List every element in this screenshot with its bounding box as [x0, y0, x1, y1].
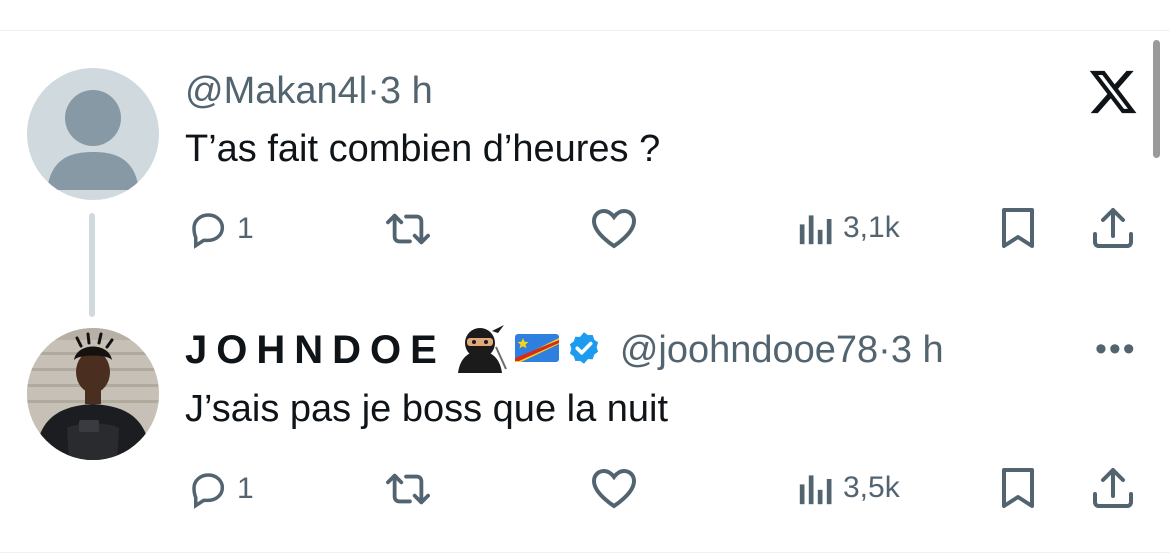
tweet-1-handle[interactable]: @Makan4l	[185, 70, 367, 112]
tweet-2-views-button[interactable]: 3,5k	[797, 470, 900, 506]
top-divider	[0, 30, 1170, 31]
view-count: 3,1k	[843, 211, 900, 244]
bottom-divider	[0, 552, 1170, 553]
retweet-icon	[386, 213, 430, 245]
scrollbar[interactable]	[1153, 40, 1160, 158]
tweet-2-handle-line: @joohndooe78·3 h	[620, 329, 944, 372]
separator-dot: ·	[367, 70, 380, 112]
ninja-emoji-icon	[452, 323, 508, 378]
avatar-default[interactable]	[27, 68, 159, 200]
tweet-2-text: J’sais pas je boss que la nuit	[185, 388, 669, 430]
tweet-1-share-button[interactable]	[1091, 206, 1135, 250]
reply-icon	[192, 213, 225, 249]
tweet-2-display-name[interactable]: JOHNDOE	[185, 328, 446, 373]
views-icon	[799, 215, 832, 245]
tweet-2-handle[interactable]: @joohndooe78	[620, 329, 878, 371]
views-icon	[799, 475, 832, 505]
tweet-2-bookmark-button[interactable]	[998, 466, 1038, 510]
tweet-1-bookmark-button[interactable]	[998, 206, 1038, 250]
tweet-2-header: JOHNDOE @joohndooe78·3 h	[185, 324, 944, 374]
tweet-1-retweet-button[interactable]	[385, 208, 431, 250]
tweet-1-time[interactable]: 3 h	[380, 70, 433, 112]
tweet-2-like-button[interactable]	[590, 466, 638, 510]
tweet-1-text: T’as fait combien d’heures ?	[185, 128, 661, 170]
reply-count: 1	[237, 212, 254, 245]
thread-connector	[89, 213, 95, 317]
tweet-1-header: @Makan4l·3 h	[185, 70, 433, 113]
view-count: 3,5k	[843, 471, 900, 504]
more-options-icon[interactable]: •••	[1095, 330, 1137, 369]
bookmark-icon	[1002, 208, 1034, 248]
verified-badge-icon[interactable]	[566, 330, 602, 371]
tweet-2-reply-button[interactable]: 1	[187, 468, 254, 510]
separator-dot: ·	[878, 328, 891, 371]
retweet-icon	[386, 473, 430, 505]
bookmark-icon	[1002, 468, 1034, 508]
avatar-user-photo[interactable]	[27, 328, 159, 460]
heart-icon	[591, 468, 637, 509]
reply-count: 1	[237, 472, 254, 505]
tweet-2-time[interactable]: 3 h	[891, 329, 944, 371]
tweet-1-like-button[interactable]	[590, 206, 638, 250]
drc-flag-icon	[514, 330, 560, 371]
share-icon	[1093, 468, 1133, 508]
tweet-1-reply-button[interactable]: 1	[187, 208, 254, 250]
tweet-2-retweet-button[interactable]	[385, 468, 431, 510]
default-profile-icon	[47, 90, 139, 190]
tweet-1-views-button[interactable]: 3,1k	[797, 210, 900, 246]
reply-icon	[192, 473, 225, 509]
heart-icon	[591, 208, 637, 249]
share-icon	[1093, 208, 1133, 248]
profile-photo	[27, 328, 159, 460]
x-logo-icon[interactable]	[1087, 66, 1139, 118]
tweet-2-share-button[interactable]	[1091, 466, 1135, 510]
